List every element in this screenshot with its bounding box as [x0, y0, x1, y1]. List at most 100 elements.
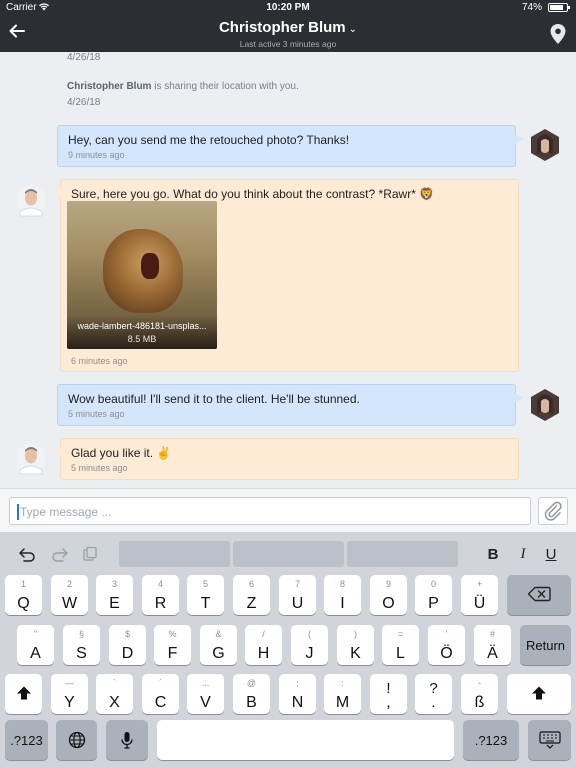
navigation-bar: Carrier 10:20 PM 74% Christopher Blum ⌄ L…	[0, 0, 576, 52]
globe-icon	[56, 731, 97, 754]
key-primary: M	[335, 694, 350, 711]
key-s[interactable]: § S	[63, 625, 100, 665]
key-i[interactable]: 8I	[324, 575, 361, 615]
key-primary: Ü	[473, 595, 486, 612]
key-b[interactable]: @ B	[233, 674, 270, 714]
dictation-key[interactable]	[106, 720, 148, 760]
underline-button[interactable]: U	[540, 539, 562, 569]
key-f[interactable]: % F	[154, 625, 191, 665]
suggestion-slot[interactable]	[233, 541, 344, 567]
key-x[interactable]: ` X	[96, 674, 133, 714]
last-active-status: Last active 3 minutes ago	[239, 39, 337, 49]
key-t[interactable]: 5T	[187, 575, 224, 615]
chevron-down-icon: ⌄	[348, 24, 358, 35]
key-primary: D	[121, 645, 134, 662]
suggestion-slot[interactable]	[119, 541, 230, 567]
key-primary: W	[61, 595, 78, 612]
key-sz[interactable]: -ß	[461, 674, 498, 714]
key-primary: A	[30, 645, 41, 662]
key-d[interactable]: $ D	[109, 625, 146, 665]
message-text: Sure, here you go. What do you think abo…	[71, 187, 435, 201]
attach-paperclip-icon[interactable]	[538, 497, 568, 525]
key-q[interactable]: 1Q	[5, 575, 42, 615]
location-pin-icon[interactable]	[550, 24, 566, 44]
key-secondary: &	[215, 629, 222, 639]
key-comma[interactable]: !,	[370, 674, 407, 714]
message-time: 6 minutes ago	[71, 356, 128, 366]
return-key[interactable]: Return	[520, 625, 571, 665]
redo-icon[interactable]	[47, 539, 73, 569]
key-g[interactable]: & G	[200, 625, 237, 665]
message-input-placeholder: Type message ...	[20, 505, 112, 519]
key-n[interactable]: ; N	[279, 674, 316, 714]
key-primary: S	[76, 645, 87, 662]
photo-attachment[interactable]: wade-lambert-486181-unsplas... 8.5 MB	[67, 201, 217, 349]
suggestion-slot[interactable]	[347, 541, 458, 567]
key-e[interactable]: 3E	[96, 575, 133, 615]
key-primary: I	[340, 595, 345, 612]
key-secondary: 6	[248, 579, 254, 589]
key-r[interactable]: 4R	[142, 575, 179, 615]
backspace-key[interactable]	[507, 575, 571, 615]
avatar	[528, 388, 562, 422]
backspace-icon	[507, 586, 571, 607]
dismiss-keyboard-key[interactable]	[528, 720, 571, 760]
key-secondary: '	[445, 629, 448, 639]
key-primary: ß	[474, 694, 485, 711]
keyboard-dismiss-icon	[528, 731, 571, 754]
key-v[interactable]: ... V	[187, 674, 224, 714]
key-c[interactable]: ´ C	[142, 674, 179, 714]
message-bubble-incoming[interactable]: Glad you like it. ✌️ 5 minutes ago	[53, 438, 519, 480]
conversation-title[interactable]: Christopher Blum ⌄	[0, 19, 576, 36]
key-primary: H	[257, 645, 270, 662]
key-primary: L	[396, 645, 405, 662]
key-h[interactable]: / H	[245, 625, 282, 665]
undo-icon[interactable]	[14, 539, 40, 569]
key-oe[interactable]: ' Ö	[428, 625, 465, 665]
key-primary: F	[167, 645, 178, 662]
key-secondary: §	[78, 629, 84, 639]
key-primary: R	[154, 595, 167, 612]
message-bubble-outgoing[interactable]: Hey, can you send me the retouched photo…	[57, 125, 523, 167]
key-l[interactable]: = L	[382, 625, 419, 665]
key-primary: Z	[246, 595, 257, 612]
key-a[interactable]: " A	[17, 625, 54, 665]
key-ae[interactable]: # Ä	[474, 625, 511, 665]
key-secondary: 7	[294, 579, 300, 589]
space-bar[interactable]	[157, 720, 454, 760]
avatar	[14, 183, 48, 217]
key-secondary: 8	[339, 579, 345, 589]
shift-key-right[interactable]	[507, 674, 571, 714]
message-bubble-outgoing[interactable]: Wow beautiful! I'll send it to the clien…	[57, 384, 523, 426]
bold-button[interactable]: B	[482, 539, 504, 569]
key-k[interactable]: ) K	[337, 625, 374, 665]
shift-key-left[interactable]	[5, 674, 42, 714]
key-p[interactable]: 0P	[415, 575, 452, 615]
message-input[interactable]: Type message ...	[9, 497, 531, 525]
key-secondary: ;	[296, 678, 299, 688]
numbers-key-left[interactable]: .?123	[5, 720, 48, 760]
microphone-icon	[106, 731, 148, 754]
paste-icon[interactable]	[78, 539, 102, 569]
key-primary: K	[350, 645, 361, 662]
key-w[interactable]: 2W	[51, 575, 88, 615]
key-z[interactable]: 6Z	[233, 575, 270, 615]
key-primary: X	[109, 694, 120, 711]
message-bubble-incoming[interactable]: Sure, here you go. What do you think abo…	[53, 179, 519, 372]
key-j[interactable]: (J	[291, 625, 328, 665]
key-o[interactable]: 9O	[370, 575, 407, 615]
key-secondary: =	[397, 629, 404, 639]
key-ue[interactable]: + Ü	[461, 575, 498, 615]
key-y[interactable]: — Y	[51, 674, 88, 714]
italic-button[interactable]: I	[512, 539, 534, 569]
key-u[interactable]: 7U	[279, 575, 316, 615]
key-secondary: ...	[201, 678, 210, 688]
attachment-size: 8.5 MB	[127, 334, 157, 344]
key-primary: O	[382, 595, 395, 612]
numbers-key-right[interactable]: .?123	[463, 720, 519, 760]
key-m[interactable]: :M	[324, 674, 361, 714]
key-period[interactable]: ?.	[415, 674, 452, 714]
globe-key[interactable]	[56, 720, 97, 760]
key-secondary: "	[33, 629, 38, 639]
location-notice-text: is sharing their location with you.	[151, 81, 299, 92]
